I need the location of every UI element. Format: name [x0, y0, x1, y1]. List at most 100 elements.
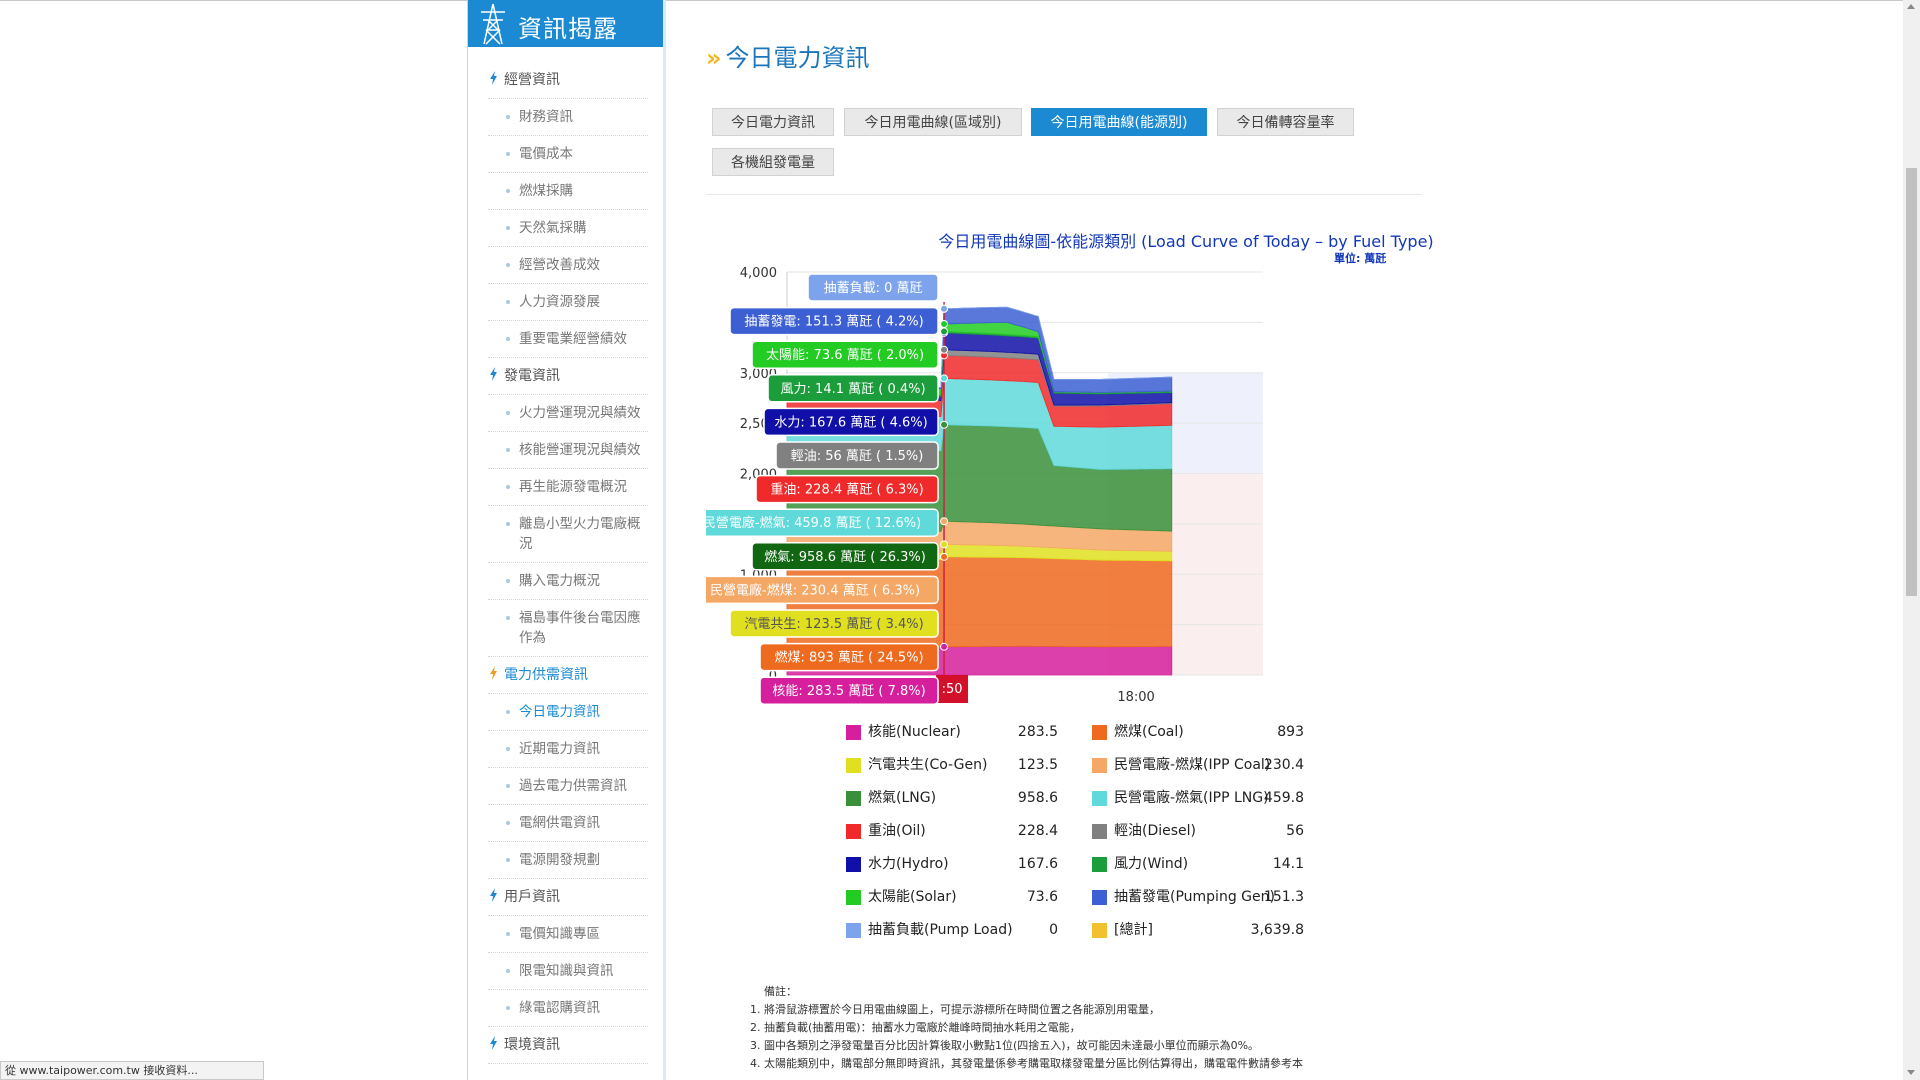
- sidebar-item-10[interactable]: 核能營運現況與績效: [488, 432, 648, 469]
- double-chevron-icon: »: [706, 44, 721, 72]
- legend-label: 水力(Hydro): [868, 856, 949, 872]
- sidebar-item-label: 離島小型火力電廠概況: [519, 516, 641, 552]
- scroll-up-arrow-icon[interactable]: [1907, 4, 1915, 9]
- bullet-dot-icon: [506, 189, 510, 193]
- legend-swatch: [846, 890, 861, 905]
- legend-label: 燃氣(LNG): [868, 790, 937, 806]
- sidebar-category-8[interactable]: 發電資訊: [488, 358, 648, 395]
- lightning-bolt-icon: [490, 71, 497, 85]
- sidebar-item-12[interactable]: 離島小型火力電廠概況: [488, 506, 648, 563]
- legend-swatch: [1092, 725, 1107, 740]
- sidebar-item-7[interactable]: 重要電業經營績效: [488, 321, 648, 358]
- sidebar-item-1[interactable]: 財務資訊: [488, 99, 648, 136]
- sidebar-item-label: 限電知識與資訊: [519, 963, 614, 979]
- sidebar-category-0[interactable]: 經營資訊: [488, 62, 648, 99]
- sidebar-item-label: 近期電力資訊: [519, 741, 600, 757]
- sidebar-item-19[interactable]: 電網供電資訊: [488, 805, 648, 842]
- lightning-bolt-icon: [490, 1036, 497, 1050]
- tooltip-text-9: 民營電廠-燃煤: 230.4 萬瓩 ( 6.3%): [710, 582, 920, 598]
- sidebar-item-4[interactable]: 天然氣採購: [488, 210, 648, 247]
- sidebar-item-20[interactable]: 電源開發規劃: [488, 842, 648, 879]
- sidebar-item-16[interactable]: 今日電力資訊: [488, 694, 648, 731]
- tab-load-curve-fuel[interactable]: 今日用電曲線(能源別): [1031, 108, 1207, 136]
- legend-value: 3,639.8: [1250, 922, 1304, 938]
- legend-value: 0: [1049, 922, 1058, 938]
- sidebar-item-label: 天然氣採購: [519, 220, 587, 236]
- legend-item-13[interactable]: [總計] 3,639.8: [1092, 920, 1332, 940]
- legend-item-12[interactable]: 抽蓄負載(Pump Load) 0: [846, 920, 1086, 940]
- sidebar-item-label: 發電資訊: [504, 368, 560, 384]
- lightning-bolt-icon: [490, 367, 497, 381]
- legend-item-4[interactable]: 燃氣(LNG) 958.6: [846, 788, 1086, 808]
- sidebar-item-6[interactable]: 人力資源發展: [488, 284, 648, 321]
- lightning-bolt-icon: [490, 888, 497, 902]
- legend-swatch: [846, 791, 861, 806]
- legend-item-1[interactable]: 燃煤(Coal) 893: [1092, 722, 1332, 742]
- legend-item-3[interactable]: 民營電廠-燃煤(IPP Coal) 230.4: [1092, 755, 1332, 775]
- sidebar-item-14[interactable]: 福島事件後台電因應作為: [488, 600, 648, 657]
- tooltip-text-8: 燃氣: 958.6 萬瓩 ( 26.3%): [764, 549, 926, 565]
- sidebar-item-24[interactable]: 綠電認購資訊: [488, 990, 648, 1027]
- bullet-dot-icon: [506, 1006, 510, 1010]
- tab-today-power-info[interactable]: 今日電力資訊: [712, 108, 834, 136]
- sidebar-category-15[interactable]: 電力供需資訊: [488, 657, 648, 694]
- bullet-dot-icon: [506, 616, 510, 620]
- legend-item-6[interactable]: 重油(Oil) 228.4: [846, 821, 1086, 841]
- legend-item-0[interactable]: 核能(Nuclear) 283.5: [846, 722, 1086, 742]
- bullet-dot-icon: [506, 485, 510, 489]
- scroll-down-arrow-icon[interactable]: [1907, 1070, 1915, 1075]
- sidebar-item-label: 電網供電資訊: [519, 815, 600, 831]
- legend-swatch: [1092, 824, 1107, 839]
- bullet-dot-icon: [506, 411, 510, 415]
- sidebar-category-25[interactable]: 環境資訊: [488, 1027, 648, 1064]
- tab-unit-generation[interactable]: 各機組發電量: [712, 148, 834, 176]
- hover-point-12: [940, 304, 949, 313]
- sidebar-item-label: 過去電力供需資訊: [519, 778, 627, 794]
- sidebar: 資訊揭露 經營資訊 財務資訊 電價成本 燃煤採購 天然氣採購 經營改善成效 人力資源發展 重要…: [467, 0, 666, 1080]
- tooltip-text-12: 核能: 283.5 萬瓩 ( 7.8%): [772, 684, 925, 699]
- sidebar-item-2[interactable]: 電價成本: [488, 136, 648, 173]
- legend-item-11[interactable]: 抽蓄發電(Pumping Gen) 151.3: [1092, 887, 1332, 907]
- tabs-divider: [706, 194, 1422, 195]
- legend-item-5[interactable]: 民營電廠-燃氣(IPP LNG) 459.8: [1092, 788, 1332, 808]
- legend-value: 958.6: [1017, 790, 1058, 806]
- legend-swatch: [846, 824, 861, 839]
- bullet-dot-icon: [506, 337, 510, 341]
- bullet-dot-icon: [506, 784, 510, 788]
- page-title: » 今日電力資訊: [706, 38, 870, 73]
- sidebar-category-21[interactable]: 用戶資訊: [488, 879, 648, 916]
- legend-item-8[interactable]: 水力(Hydro) 167.6: [846, 854, 1086, 874]
- sidebar-item-5[interactable]: 經營改善成效: [488, 247, 648, 284]
- legend-label: 重油(Oil): [868, 823, 926, 839]
- bullet-dot-icon: [506, 522, 510, 526]
- sidebar-item-label: 今日電力資訊: [519, 704, 600, 720]
- sidebar-item-23[interactable]: 限電知識與資訊: [488, 953, 648, 990]
- bullet-dot-icon: [506, 300, 510, 304]
- legend-item-2[interactable]: 汽電共生(Co-Gen) 123.5: [846, 755, 1086, 775]
- sidebar-item-9[interactable]: 火力營運現況與績效: [488, 395, 648, 432]
- tab-load-curve-region[interactable]: 今日用電曲線(區域別): [844, 108, 1022, 136]
- sidebar-item-3[interactable]: 燃煤採購: [488, 173, 648, 210]
- sidebar-item-17[interactable]: 近期電力資訊: [488, 731, 648, 768]
- vertical-scrollbar[interactable]: [1903, 0, 1920, 1080]
- legend-value: 73.6: [1026, 889, 1058, 905]
- scrollbar-thumb[interactable]: [1906, 168, 1917, 596]
- legend-label: 太陽能(Solar): [868, 889, 957, 905]
- legend-value: 14.1: [1272, 856, 1304, 872]
- sidebar-item-11[interactable]: 再生能源發電概況: [488, 469, 648, 506]
- legend-item-7[interactable]: 輕油(Diesel) 56: [1092, 821, 1332, 841]
- tab-reserve-rate[interactable]: 今日備轉容量率: [1217, 108, 1354, 136]
- load-curve-chart[interactable]: 4,0003,5003,0002,5002,0001,5001,00050000…: [706, 262, 1396, 712]
- sidebar-item-label: 購入電力概況: [519, 573, 600, 589]
- legend-item-10[interactable]: 太陽能(Solar) 73.6: [846, 887, 1086, 907]
- sidebar-item-22[interactable]: 電價知識專區: [488, 916, 648, 953]
- sidebar-item-label: 綠電認購資訊: [519, 1000, 600, 1016]
- sidebar-item-18[interactable]: 過去電力供需資訊: [488, 768, 648, 805]
- notes-line-4: 4. 太陽能類別中，購電部分無即時資訊，其發電量係參考購電取樣發電量分區比例估算…: [750, 1057, 1303, 1070]
- notes-title: 備註：: [764, 985, 797, 998]
- legend-item-9[interactable]: 風力(Wind) 14.1: [1092, 854, 1332, 874]
- sidebar-item-label: 電價成本: [519, 146, 573, 162]
- sidebar-item-label: 火力營運現況與績效: [519, 405, 641, 421]
- sidebar-item-13[interactable]: 購入電力概況: [488, 563, 648, 600]
- legend-value: 167.6: [1017, 856, 1058, 872]
